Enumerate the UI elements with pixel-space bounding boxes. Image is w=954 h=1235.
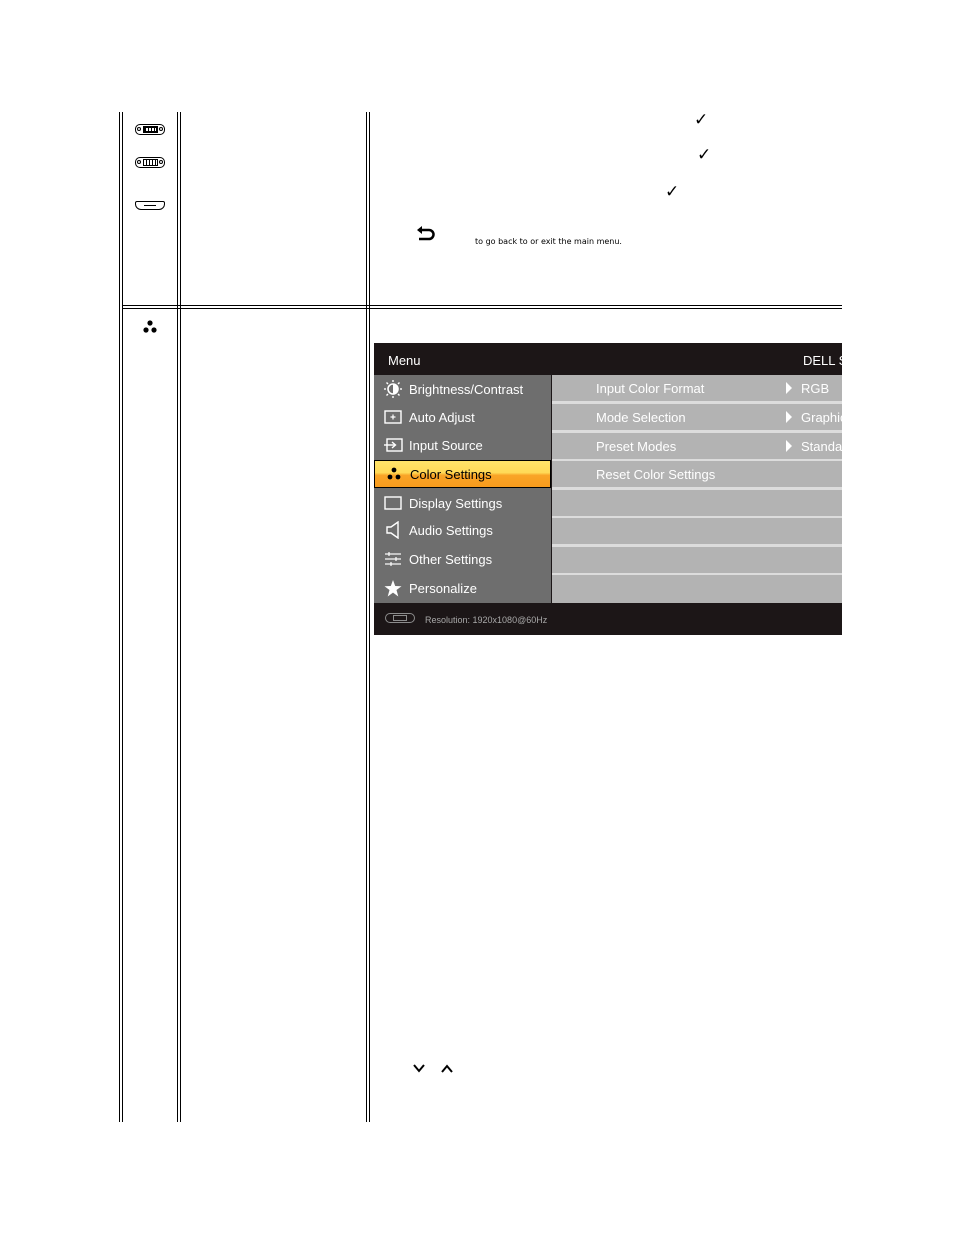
osd-menu-item-color-settings[interactable]: Color Settings bbox=[374, 460, 551, 488]
checkmark-icon: ✓ bbox=[665, 182, 680, 202]
osd-menu-item-audio-settings[interactable]: Audio Settings bbox=[374, 516, 551, 544]
color-settings-icon bbox=[383, 467, 405, 481]
down-chevron-icon bbox=[413, 1058, 425, 1077]
caret-right-icon bbox=[786, 440, 792, 452]
other-settings-icon bbox=[382, 552, 404, 566]
up-chevron-icon bbox=[441, 1058, 453, 1077]
back-instruction-text: to go back to or exit the main menu. bbox=[475, 237, 622, 246]
osd-menu-item-display-settings[interactable]: Display Settings bbox=[374, 489, 551, 517]
dvi-connector-icon bbox=[135, 157, 165, 168]
display-settings-icon bbox=[382, 496, 404, 510]
osd-main-menu: Brightness/Contrast Auto Adjust Input So… bbox=[374, 375, 551, 603]
osd-menu-item-brightness-contrast[interactable]: Brightness/Contrast bbox=[374, 375, 551, 403]
table-row-divider-b bbox=[122, 308, 842, 309]
osd-brand: DELL S bbox=[803, 353, 842, 368]
checkmark-icon: ✓ bbox=[694, 110, 709, 130]
osd-menu-item-label: Brightness/Contrast bbox=[409, 381, 524, 397]
caret-right-icon bbox=[786, 382, 792, 394]
osd-menu-item-label: Color Settings bbox=[410, 466, 492, 482]
osd-footer: Resolution: 1920x1080@60Hz bbox=[374, 603, 842, 635]
table-col-divider-2b bbox=[369, 112, 370, 1122]
color-settings-icon bbox=[142, 319, 158, 338]
vga-connector-icon bbox=[135, 124, 165, 135]
vga-connector-icon bbox=[385, 613, 415, 623]
table-col-divider-1b bbox=[180, 112, 181, 1122]
table-border-left-inner bbox=[122, 112, 123, 1122]
brightness-icon bbox=[382, 380, 404, 398]
osd-submenu: Input Color Format RGB Mode Selection Gr… bbox=[552, 375, 842, 603]
back-arrow-icon bbox=[416, 225, 436, 247]
osd-title: Menu bbox=[388, 353, 421, 368]
table-row-divider-a bbox=[122, 305, 842, 306]
osd-menu-item-auto-adjust[interactable]: Auto Adjust bbox=[374, 403, 551, 431]
checkmark-icon: ✓ bbox=[697, 145, 712, 165]
osd-menu-item-label: Input Source bbox=[409, 437, 483, 453]
auto-adjust-icon bbox=[382, 410, 404, 424]
osd-menu-item-other-settings[interactable]: Other Settings bbox=[374, 545, 551, 573]
osd-menu-item-label: Auto Adjust bbox=[409, 409, 475, 425]
osd-submenu-value: RGB bbox=[801, 381, 830, 396]
table-col-divider-2a bbox=[366, 112, 367, 1122]
input-source-icon bbox=[382, 438, 404, 452]
osd-submenu-label: Input Color Format bbox=[596, 381, 705, 396]
osd-submenu-empty-row bbox=[552, 518, 842, 544]
audio-settings-icon bbox=[382, 521, 404, 539]
osd-menu-item-label: Personalize bbox=[409, 580, 477, 596]
osd-menu-item-label: Audio Settings bbox=[409, 522, 493, 538]
osd-submenu-input-color-format[interactable]: Input Color Format RGB bbox=[552, 375, 842, 401]
osd-menu-item-input-source[interactable]: Input Source bbox=[374, 431, 551, 459]
osd-menu-item-personalize[interactable]: Personalize bbox=[374, 574, 551, 602]
osd-submenu-reset-color-settings[interactable]: Reset Color Settings bbox=[552, 461, 842, 487]
star-icon bbox=[382, 579, 404, 597]
table-border-left-outer bbox=[119, 112, 120, 1122]
osd-menu-screenshot: Menu DELL S Brightness/Contrast Auto Adj… bbox=[374, 343, 842, 635]
osd-submenu-value: Graphic bbox=[801, 410, 842, 425]
osd-submenu-empty-row bbox=[552, 547, 842, 573]
table-col-divider-1a bbox=[177, 112, 178, 1122]
osd-submenu-label: Preset Modes bbox=[596, 439, 677, 454]
osd-menu-item-label: Display Settings bbox=[409, 495, 503, 511]
hdmi-connector-icon bbox=[135, 201, 165, 210]
caret-right-icon bbox=[786, 411, 792, 423]
osd-submenu-value: Standa bbox=[801, 439, 842, 454]
osd-submenu-label: Reset Color Settings bbox=[596, 467, 716, 482]
osd-submenu-label: Mode Selection bbox=[596, 410, 686, 425]
osd-resolution-text: Resolution: 1920x1080@60Hz bbox=[425, 615, 548, 625]
osd-menu-item-label: Other Settings bbox=[409, 551, 493, 567]
osd-submenu-preset-modes[interactable]: Preset Modes Standa bbox=[552, 433, 842, 459]
osd-submenu-mode-selection[interactable]: Mode Selection Graphic bbox=[552, 404, 842, 430]
osd-submenu-empty-row bbox=[552, 490, 842, 516]
osd-submenu-empty-row bbox=[552, 575, 842, 603]
